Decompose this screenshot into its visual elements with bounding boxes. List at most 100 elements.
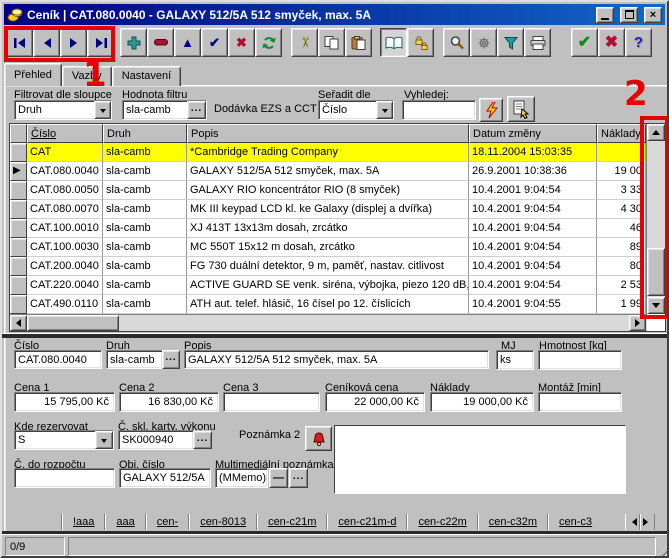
rozpocet-field[interactable]	[14, 468, 115, 488]
scroll-up-button[interactable]	[647, 124, 665, 141]
multimedia-lookup-button[interactable]: ...	[289, 468, 308, 488]
cell-datum_zmeny[interactable]: 10.4.2001 9:04:54	[469, 181, 597, 200]
post-button[interactable]: ✔	[201, 28, 228, 57]
locks-button[interactable]	[407, 28, 434, 57]
cell-naklady[interactable]: 89	[597, 238, 646, 257]
cislo-field[interactable]: CAT.080.0040	[14, 350, 102, 369]
scroll-down-button[interactable]	[647, 297, 665, 314]
search-button[interactable]	[443, 28, 470, 57]
bottom-tab-cenc22m[interactable]: cen-c22m	[408, 516, 476, 528]
popis-field[interactable]: GALAXY 512/5A 512 smyček, max. 5A	[184, 350, 489, 369]
cell-naklady[interactable]: 80	[597, 257, 646, 276]
cell-datum_zmeny[interactable]: 10.4.2001 9:04:54	[469, 219, 597, 238]
cell-popis[interactable]: ATH aut. telef. hlásič, 16 čísel po 12. …	[187, 295, 469, 314]
cena3-field[interactable]	[223, 392, 320, 412]
cena2-field[interactable]: 16 830,00 Kč	[119, 392, 219, 412]
bottom-tab-cen8013[interactable]: cen-8013	[190, 516, 256, 528]
obj-cislo-field[interactable]: GALAXY 512/5A	[119, 468, 211, 488]
cell-popis[interactable]: MC 550T 15x12 m dosah, zrcátko	[187, 238, 469, 257]
add-record-button[interactable]	[120, 28, 147, 57]
grid-header-naklady[interactable]: Náklady	[597, 124, 646, 143]
close-button[interactable]: ×	[644, 7, 662, 23]
grid-row[interactable]: CAT.490.0110sla-cambATH aut. telef. hlás…	[10, 295, 665, 314]
montaz-field[interactable]	[538, 392, 622, 412]
cell-popis[interactable]: GALAXY RIO koncentrátor RIO (8 smyček)	[187, 181, 469, 200]
row-marker[interactable]	[10, 143, 27, 162]
grid-row[interactable]: CAT.200.0040sla-cambFG 730 duální detekt…	[10, 257, 665, 276]
cell-datum_zmeny[interactable]: 10.4.2001 9:04:54	[469, 200, 597, 219]
row-marker[interactable]	[10, 181, 27, 200]
bottom-tabs-left-button[interactable]	[625, 514, 640, 530]
row-marker[interactable]: ▶	[10, 162, 27, 181]
bottom-tab-aaa[interactable]: !aaa	[63, 516, 104, 528]
grid-row[interactable]: CAT.080.0070sla-cambMK III keypad LCD kl…	[10, 200, 665, 219]
tab-prehled[interactable]: Přehled	[4, 63, 62, 86]
cell-datum_zmeny[interactable]: 10.4.2001 9:04:55	[469, 295, 597, 314]
print-button[interactable]	[524, 28, 551, 57]
titlebar[interactable]: Ceník | CAT.080.0040 - GALAXY 512/5A 512…	[4, 4, 665, 25]
row-marker[interactable]	[10, 276, 27, 295]
cell-druh[interactable]: sla-camb	[103, 276, 187, 295]
row-marker[interactable]	[10, 257, 27, 276]
cell-druh[interactable]: sla-camb	[103, 162, 187, 181]
cell-naklady[interactable]: 2 53	[597, 276, 646, 295]
filter-button[interactable]	[497, 28, 524, 57]
cell-popis[interactable]: MK III keypad LCD kl. ke Galaxy (displej…	[187, 200, 469, 219]
cell-datum_zmeny[interactable]: 10.4.2001 9:04:54	[469, 238, 597, 257]
filter-column-dropdown-button[interactable]	[94, 101, 111, 119]
cell-popis[interactable]: FG 730 duální detektor, 9 m, paměť, nast…	[187, 257, 469, 276]
filter-value-lookup-button[interactable]: ...	[187, 101, 206, 119]
bottom-tab-cenc21md[interactable]: cen-c21m-d	[328, 516, 406, 528]
bottom-tab-cenc32m[interactable]: cen-c32m	[479, 516, 547, 528]
vertical-scrollbar-thumb[interactable]	[647, 248, 665, 296]
delete-record-button[interactable]	[147, 28, 174, 57]
cell-popis[interactable]: GALAXY 512/5A 512 smyček, max. 5A	[187, 162, 469, 181]
cell-naklady[interactable]: 19 00	[597, 162, 646, 181]
druh-lookup-button[interactable]: ...	[162, 350, 180, 369]
sort-dropdown-button[interactable]	[376, 101, 393, 119]
cenikova-cena-field[interactable]: 22 000,00 Kč	[325, 392, 425, 412]
grid-row[interactable]: CATsla-camb*Cambridge Trading Company18.…	[10, 143, 665, 162]
cell-cislo[interactable]: CAT.100.0030	[27, 238, 103, 257]
scroll-left-button[interactable]	[10, 315, 27, 331]
horizontal-scrollbar-thumb[interactable]	[27, 315, 119, 331]
maximize-button[interactable]	[620, 7, 638, 23]
poznamka2-button[interactable]	[305, 426, 332, 451]
grid-row[interactable]: CAT.100.0010sla-cambXJ 413T 13x13m dosah…	[10, 219, 665, 238]
cell-cislo[interactable]: CAT.490.0110	[27, 295, 103, 314]
quick-search-button[interactable]	[479, 98, 503, 122]
previous-record-button[interactable]	[33, 28, 60, 57]
book-view-button[interactable]	[380, 28, 407, 57]
cell-naklady[interactable]	[597, 143, 646, 162]
grid-header-cislo[interactable]: Číslo	[27, 124, 103, 143]
cell-cislo[interactable]: CAT.080.0070	[27, 200, 103, 219]
cell-datum_zmeny[interactable]: 10.4.2001 9:04:54	[469, 257, 597, 276]
search-input[interactable]	[402, 100, 476, 120]
cell-cislo[interactable]: CAT.220.0040	[27, 276, 103, 295]
druh-field[interactable]: sla-camb	[106, 350, 163, 369]
first-record-button[interactable]	[6, 28, 33, 57]
cell-druh[interactable]: sla-camb	[103, 200, 187, 219]
bottom-tab-cen[interactable]: cen-	[147, 516, 188, 528]
row-marker[interactable]	[10, 295, 27, 314]
next-record-button[interactable]	[60, 28, 87, 57]
tab-nastaveni[interactable]: Nastavení	[112, 66, 182, 86]
cell-popis[interactable]: *Cambridge Trading Company	[187, 143, 469, 162]
cell-druh[interactable]: sla-camb	[103, 143, 187, 162]
cena1-field[interactable]: 15 795,00 Kč	[14, 392, 115, 412]
cell-druh[interactable]: sla-camb	[103, 219, 187, 238]
row-marker[interactable]	[10, 219, 27, 238]
kde-rezervovat-dropdown-button[interactable]	[95, 431, 113, 449]
cell-druh[interactable]: sla-camb	[103, 295, 187, 314]
row-marker[interactable]	[10, 200, 27, 219]
mj-field[interactable]: ks	[496, 350, 534, 370]
cell-cislo[interactable]: CAT.080.0040	[27, 162, 103, 181]
horizontal-scrollbar[interactable]	[10, 314, 647, 331]
last-record-button[interactable]	[87, 28, 114, 57]
grid-row[interactable]: CAT.220.0040sla-cambACTIVE GUARD SE venk…	[10, 276, 665, 295]
resize-grip[interactable]	[655, 545, 668, 558]
cell-datum_zmeny[interactable]: 10.4.2001 9:04:54	[469, 276, 597, 295]
cell-popis[interactable]: XJ 413T 13x13m dosah, zrcátko	[187, 219, 469, 238]
vertical-scrollbar[interactable]	[646, 124, 665, 314]
bottom-tab-aaa[interactable]: aaa	[106, 516, 144, 528]
